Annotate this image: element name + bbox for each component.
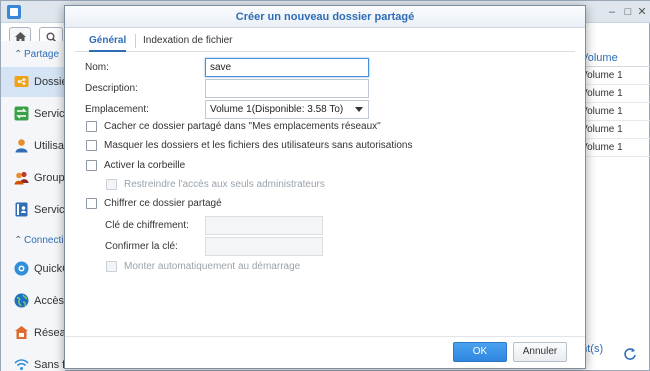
sidebar-section-sharing[interactable]: ⌃ Partage: [14, 49, 59, 60]
encryption-key-label: Clé de chiffrement:: [105, 220, 189, 231]
sidebar-item-users[interactable]: Utilisat: [1, 131, 67, 161]
recycle-bin-checkbox[interactable]: [86, 160, 97, 171]
sidebar-item-external-access[interactable]: Accès e: [1, 286, 73, 316]
sidebar-item-quickconnect[interactable]: QuickC: [1, 254, 70, 284]
table-header-volume[interactable]: Volume: [575, 49, 650, 67]
table-row[interactable]: Volume 1: [575, 103, 650, 121]
create-shared-folder-dialog: Créer un nouveau dossier partagé Général…: [64, 5, 586, 369]
chevron-down-icon: [355, 107, 363, 112]
tab-divider: [135, 34, 136, 48]
table-row[interactable]: Volume 1: [575, 121, 650, 139]
cancel-button[interactable]: Annuler: [513, 342, 567, 362]
quickconnect-icon: [14, 261, 29, 276]
sidebar-item-directory[interactable]: Service: [1, 195, 71, 225]
network-service-icon: [14, 106, 29, 121]
directory-service-icon: [15, 202, 28, 217]
sidebar-item-groups[interactable]: Groupe: [1, 163, 71, 193]
dialog-title: Créer un nouveau dossier partagé: [235, 11, 415, 23]
table-row[interactable]: Volume 1: [575, 139, 650, 157]
confirm-key-input[interactable]: [205, 237, 323, 256]
sidebar-section-connectivity[interactable]: ⌃ Connecti: [14, 235, 63, 246]
encrypt-checkbox[interactable]: [86, 198, 97, 209]
sidebar-item-wireless[interactable]: Sans fi: [1, 350, 68, 371]
sidebar-item-file-services[interactable]: Service: [1, 99, 71, 129]
location-selected-value: Volume 1(Disponible: 3.58 To): [210, 104, 344, 115]
dialog-titlebar: Créer un nouveau dossier partagé: [65, 6, 585, 28]
collapse-arrow-icon: ⌃: [14, 49, 23, 60]
location-select[interactable]: Volume 1(Disponible: 3.58 To): [205, 100, 369, 119]
app-icon: [7, 5, 21, 19]
hide-share-checkbox[interactable]: [86, 121, 97, 132]
dialog-tabs: Général Indexation de fichier: [75, 30, 575, 52]
external-access-icon: [14, 293, 29, 308]
hide-share-label[interactable]: Cacher ce dossier partagé dans "Mes empl…: [104, 121, 381, 132]
hide-unauthorized-label[interactable]: Masquer les dossiers et les fichiers des…: [104, 140, 412, 151]
minimize-icon[interactable]: –: [605, 5, 619, 19]
tab-general[interactable]: Général: [89, 30, 127, 52]
collapse-arrow-icon: ⌃: [14, 235, 23, 246]
encrypt-label[interactable]: Chiffrer ce dossier partagé: [104, 198, 222, 209]
wireless-icon: [14, 359, 29, 370]
sidebar: ⌃ Partage Dossie Service Utilisat Groupe…: [1, 41, 73, 371]
confirm-key-label: Confirmer la clé:: [105, 241, 178, 252]
user-icon: [15, 139, 28, 153]
description-label: Description:: [85, 83, 138, 94]
ok-button[interactable]: OK: [453, 342, 507, 362]
automount-label: Monter automatiquement au démarrage: [124, 261, 301, 272]
maximize-icon[interactable]: □: [621, 5, 635, 19]
sidebar-item-network[interactable]: Réseau: [1, 318, 72, 348]
recycle-bin-label[interactable]: Activer la corbeille: [104, 160, 185, 171]
name-label: Nom:: [85, 62, 109, 73]
sidebar-item-shared-folder[interactable]: Dossie: [1, 67, 68, 97]
hide-unauthorized-checkbox[interactable]: [86, 140, 97, 151]
table-row[interactable]: Volume 1: [575, 85, 650, 103]
encryption-key-input[interactable]: [205, 216, 323, 235]
close-icon[interactable]: ✕: [635, 5, 649, 19]
restrict-admins-checkbox[interactable]: [106, 179, 117, 190]
automount-checkbox[interactable]: [106, 261, 117, 272]
name-input[interactable]: [205, 58, 369, 77]
network-icon: [15, 326, 28, 339]
dialog-footer: OK Annuler: [65, 336, 585, 368]
location-label: Emplacement:: [85, 104, 149, 115]
tab-file-indexing[interactable]: Indexation de fichier: [143, 30, 233, 52]
refresh-icon[interactable]: [623, 347, 637, 361]
description-input[interactable]: [205, 79, 369, 98]
shared-folder-icon: [14, 76, 29, 87]
restrict-admins-label: Restreindre l'accès aux seuls administra…: [124, 179, 325, 190]
table-row[interactable]: Volume 1: [575, 67, 650, 85]
group-icon: [14, 171, 29, 185]
